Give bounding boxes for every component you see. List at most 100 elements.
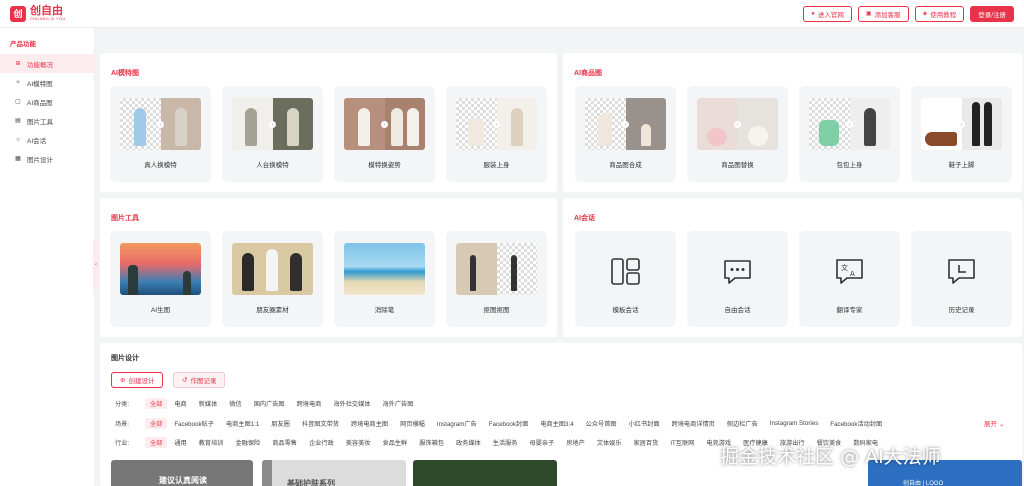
tile-thumbnail	[232, 243, 313, 295]
tile-thumbnail: ›	[456, 98, 537, 150]
filter-option[interactable]: 微信	[224, 398, 246, 409]
tile-model-pose-change[interactable]: › 模特换姿势	[334, 86, 435, 182]
add-support-button[interactable]: ▣ 添加客服	[857, 5, 909, 22]
tile-label: 人台换模特	[256, 162, 289, 169]
filter-option[interactable]: Facebook活动封面	[825, 418, 887, 429]
filter-option[interactable]: 网页横幅	[395, 418, 430, 429]
filter-option[interactable]: Facebook帖子	[169, 418, 219, 429]
filter-option[interactable]: 金融保险	[231, 437, 266, 448]
plus-circle-icon: ⊕	[120, 377, 126, 384]
image-icon: ▢	[15, 99, 21, 105]
filter-option[interactable]: 新媒体	[194, 398, 223, 409]
filter-option[interactable]: 跨境电商	[292, 398, 327, 409]
tile-label: 服装上身	[483, 162, 510, 169]
filter-option[interactable]: 侧边栏广告	[722, 418, 763, 429]
filter-option[interactable]: 家居百货	[629, 437, 664, 448]
tile-moments-material[interactable]: 朋友圈素材	[222, 231, 323, 327]
tile-label: 真人换模特	[144, 162, 177, 169]
tile-label: AI生图	[150, 307, 171, 314]
tile-product-composite[interactable]: › 商品图合成	[575, 86, 676, 182]
sidebar-item-ai-product[interactable]: ▢ AI商品图	[0, 92, 94, 111]
tile-label: 模板会话	[612, 307, 639, 314]
tile-label: 商品图合成	[609, 162, 642, 169]
tile-mannequin-model-swap[interactable]: › 人台换模特	[222, 86, 323, 182]
filter-option[interactable]: 跨境电商主图	[346, 418, 393, 429]
filter-option[interactable]: 政务媒体	[451, 437, 486, 448]
filter-option[interactable]: 公众号首图	[581, 418, 622, 429]
sidebar-item-overview[interactable]: ⊞ 功能概况	[0, 54, 94, 73]
sidebar-item-image-design[interactable]: ▦ 图片设计	[0, 149, 94, 168]
tile-real-model-swap[interactable]: › 真人换模特	[110, 86, 211, 182]
filter-option[interactable]: 海外社交媒体	[328, 398, 375, 409]
tile-history-records[interactable]: 历史记录	[911, 231, 1012, 327]
filter-label: 场景:	[115, 420, 130, 428]
template-preview[interactable]: 基础护肤系列	[262, 460, 406, 486]
sidebar-item-ai-model[interactable]: ✧ AI模特图	[0, 73, 94, 92]
logo[interactable]: 创 创自由 CHUANG ZI YOU	[10, 5, 66, 22]
filter-option[interactable]: 国内广告图	[249, 398, 290, 409]
tile-thumbnail: ›	[809, 98, 890, 150]
design-icon: ▦	[15, 156, 21, 162]
filter-option[interactable]: 小红书封面	[624, 418, 665, 429]
filter-option[interactable]: 抖音图文带货	[297, 418, 344, 429]
filter-option[interactable]: 电商主图3:4	[535, 418, 578, 429]
tile-thumbnail: ›	[921, 98, 1002, 150]
filter-option[interactable]: 美容美妆	[341, 437, 376, 448]
bag-icon: ▣	[865, 11, 872, 17]
design-history-button[interactable]: ↺ 作图记录	[173, 372, 226, 388]
sidebar-item-image-tools[interactable]: ▤ 图片工具	[0, 111, 94, 130]
tile-ai-generate[interactable]: AI生图	[110, 231, 211, 327]
tile-bag-on-body[interactable]: › 包包上身	[799, 86, 900, 182]
tool-icon: ▤	[15, 118, 21, 124]
tile-translation-expert[interactable]: 文 A 翻译专家	[799, 231, 900, 327]
filter-option[interactable]: IT互联网	[665, 437, 699, 448]
tile-label: 包包上身	[836, 162, 863, 169]
tile-template-chat[interactable]: 模板会话	[575, 231, 676, 327]
tile-label: 商品图替换	[721, 162, 754, 169]
filter-option[interactable]: 全部	[145, 417, 168, 429]
filter-option[interactable]: 母婴亲子	[525, 437, 560, 448]
filter-option[interactable]: Instagram Stories	[765, 419, 824, 428]
filter-option[interactable]: 文体娱乐	[592, 437, 627, 448]
filter-option[interactable]: 房地产	[561, 437, 590, 448]
tutorial-button[interactable]: ◈ 使用教程	[914, 5, 965, 22]
login-register-button[interactable]: 登录/注册	[970, 5, 1014, 22]
tile-product-replace[interactable]: › 商品图替换	[687, 86, 788, 182]
tile-cutout[interactable]: 抠图抠图	[446, 231, 547, 327]
filter-option[interactable]: Instagram广告	[432, 418, 482, 429]
filter-row-category: 分类: 全部 电商 新媒体 微信 国内广告图 跨境电商 海外社交媒体 海外广告图	[115, 397, 420, 409]
create-design-button[interactable]: ⊕ 创建设计	[111, 372, 164, 388]
sidebar-item-ai-chat[interactable]: ○ AI会话	[0, 130, 94, 149]
filter-option[interactable]: 商品零售	[267, 437, 302, 448]
filter-option[interactable]: 教育培训	[194, 437, 229, 448]
tile-shoes-on-feet[interactable]: › 鞋子上脚	[911, 86, 1012, 182]
expand-button[interactable]: 展开 ⌄	[984, 418, 1004, 428]
filter-option[interactable]: 跨境电商详情页	[667, 418, 720, 429]
filter-option[interactable]: 全部	[145, 436, 168, 448]
section-title: 图片设计	[111, 355, 139, 362]
sidebar-collapse-button[interactable]: ‹	[93, 240, 99, 290]
filter-label: 行业:	[115, 439, 130, 447]
filter-option[interactable]: 电商主图1:1	[221, 418, 264, 429]
filter-option[interactable]: 服饰箱包	[414, 437, 449, 448]
template-preview[interactable]: 建议认真阅读	[111, 460, 253, 486]
tile-label: 消除笔	[374, 307, 395, 314]
svg-text:A: A	[850, 270, 855, 278]
filter-option[interactable]: 企业行政	[304, 437, 339, 448]
template-preview[interactable]	[413, 460, 557, 486]
filter-option[interactable]: 全部	[145, 397, 168, 409]
filter-option[interactable]: 通用	[169, 437, 191, 448]
filter-option[interactable]: 电商	[169, 398, 191, 409]
filter-option[interactable]: 生活服务	[488, 437, 523, 448]
tile-label: 自由会话	[724, 307, 751, 314]
filter-option[interactable]: Facebook封面	[484, 418, 534, 429]
tile-eraser[interactable]: 消除笔	[334, 231, 435, 327]
gift-icon: ◈	[922, 11, 928, 17]
filter-option[interactable]: 食品生鲜	[378, 437, 413, 448]
tile-clothing-on-body[interactable]: › 服装上身	[446, 86, 547, 182]
tile-free-chat[interactable]: 自由会话	[687, 231, 788, 327]
visit-website-button[interactable]: ● 进入官网	[803, 5, 852, 22]
filter-option[interactable]: 朋友圈	[266, 418, 295, 429]
filter-option[interactable]: 海外广告图	[378, 398, 419, 409]
arrow-icon: ›	[846, 121, 853, 128]
